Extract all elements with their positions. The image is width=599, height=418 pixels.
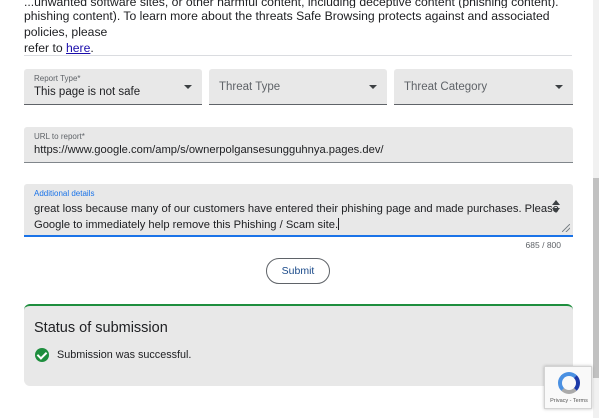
threat-category-placeholder: Threat Category <box>404 81 488 93</box>
threat-type-select[interactable]: Threat Type <box>209 69 387 105</box>
scroll-arrows-icon[interactable] <box>552 200 561 216</box>
report-type-value: This page is not safe <box>34 86 141 98</box>
recaptcha-icon <box>558 372 580 394</box>
url-value: https://www.google.com/amp/s/ownerpolgan… <box>34 144 384 156</box>
url-label: URL to report* <box>34 132 85 141</box>
url-field[interactable]: URL to report* https://www.google.com/am… <box>24 127 573 163</box>
intro-cut-line: ...unwanted software sites, or other har… <box>24 0 559 8</box>
status-title: Status of submission <box>34 320 168 336</box>
intro-line-2-prefix: refer to <box>24 41 66 55</box>
chevron-down-icon <box>184 85 192 89</box>
status-message: Submission was successful. <box>57 349 192 361</box>
report-type-label: Report Type* <box>34 74 81 83</box>
divider <box>24 55 572 56</box>
character-counter: 685 / 800 <box>525 240 561 250</box>
threat-type-placeholder: Threat Type <box>219 81 281 93</box>
intro-line-1: phishing content). To learn more about t… <box>24 9 550 39</box>
additional-details-text: great loss because many of our customers… <box>34 201 559 233</box>
additional-details-label: Additional details <box>34 189 95 198</box>
resize-handle-icon[interactable] <box>562 224 570 232</box>
check-circle-icon <box>35 348 49 362</box>
text-cursor <box>338 218 340 230</box>
status-row: Submission was successful. <box>35 348 191 362</box>
chevron-down-icon <box>555 85 563 89</box>
details-line-1: great loss because many of our customers… <box>34 203 559 215</box>
scrollbar-thumb[interactable] <box>593 178 599 378</box>
details-line-2: Google to immediately help remove this P… <box>34 219 339 231</box>
recaptcha-text[interactable]: Privacy - Terms <box>545 398 593 404</box>
additional-details-textarea[interactable]: Additional details great loss because ma… <box>24 184 573 237</box>
intro-text: ...unwanted software sites, or other har… <box>24 0 572 56</box>
page-scrollbar[interactable] <box>593 0 599 418</box>
submit-button[interactable]: Submit <box>266 258 330 284</box>
report-type-select[interactable]: Report Type* This page is not safe <box>24 69 202 105</box>
threat-category-select[interactable]: Threat Category <box>394 69 573 105</box>
here-link[interactable]: here <box>66 41 90 55</box>
status-panel: Status of submission Submission was succ… <box>24 304 573 386</box>
intro-line-2-suffix: . <box>90 41 94 55</box>
chevron-down-icon <box>369 85 377 89</box>
recaptcha-badge[interactable]: Privacy - Terms <box>544 366 592 409</box>
